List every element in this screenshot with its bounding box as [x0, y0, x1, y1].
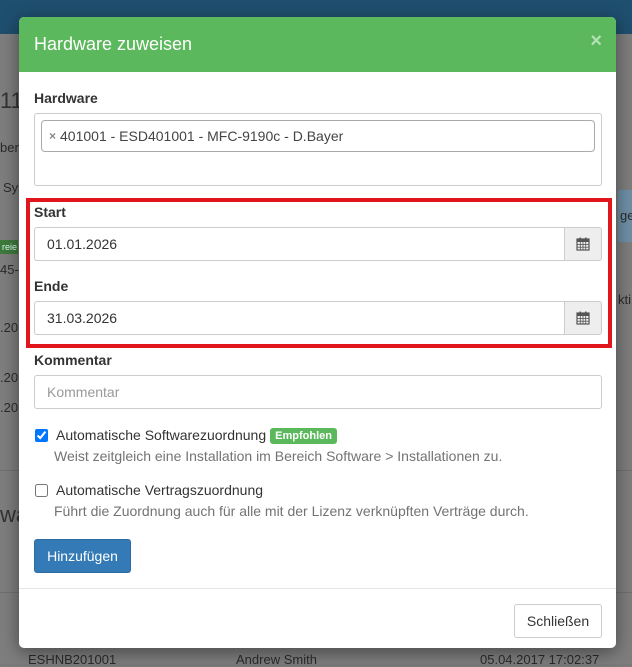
auto-contract-label[interactable]: Automatische Vertragszuordnung — [56, 482, 263, 498]
background-text: 05.04.2017 17:02:37 — [480, 652, 600, 667]
auto-software-checkbox[interactable] — [35, 429, 48, 442]
background-text: Andrew Smith — [236, 652, 317, 667]
end-label: Ende — [34, 278, 69, 294]
end-date-input[interactable] — [34, 301, 564, 335]
close-icon[interactable]: × — [590, 31, 602, 51]
background-text: ge — [620, 208, 632, 223]
background-text: .20 — [0, 400, 19, 415]
start-label: Start — [34, 204, 66, 220]
auto-software-label-text: Automatische Softwarezuordnung — [56, 427, 267, 443]
hardware-label: Hardware — [34, 90, 98, 106]
hardware-select[interactable]: × 401001 - ESD401001 - MFC-9190c - D.Bay… — [34, 113, 602, 186]
background-text: kti — [618, 292, 631, 307]
comment-label: Kommentar — [34, 352, 112, 368]
background-text: .20 — [0, 370, 19, 385]
modal-footer: Schließen — [19, 588, 616, 648]
modal-header: Hardware zuweisen × — [19, 17, 616, 72]
hardware-tag: × 401001 - ESD401001 - MFC-9190c - D.Bay… — [41, 120, 595, 152]
background-text: .20 — [0, 320, 19, 335]
end-date-group — [34, 301, 602, 335]
add-button[interactable]: Hinzufügen — [34, 539, 131, 573]
background-text: 45- — [0, 262, 19, 277]
calendar-icon[interactable] — [564, 301, 602, 335]
close-button[interactable]: Schließen — [514, 604, 602, 638]
hardware-tag-label: 401001 - ESD401001 - MFC-9190c - D.Bayer — [60, 128, 344, 144]
auto-software-help: Weist zeitgleich eine Installation im Be… — [54, 448, 503, 464]
auto-contract-help: Führt die Zuordnung auch für alle mit de… — [54, 503, 529, 519]
calendar-icon[interactable] — [564, 227, 602, 261]
tag-remove-icon[interactable]: × — [49, 129, 56, 143]
auto-software-label[interactable]: Automatische Softwarezuordnung Empfohlen — [56, 427, 337, 444]
comment-input[interactable] — [34, 375, 602, 409]
assign-hardware-modal: Hardware zuweisen × Hardware × 401001 - … — [19, 17, 616, 648]
auto-software-row: Automatische Softwarezuordnung Empfohlen — [34, 427, 337, 444]
start-date-group — [34, 227, 602, 261]
auto-contract-checkbox[interactable] — [35, 484, 48, 497]
modal-title: Hardware zuweisen — [34, 34, 193, 54]
recommended-badge: Empfohlen — [270, 428, 337, 444]
start-date-input[interactable] — [34, 227, 564, 261]
auto-contract-row: Automatische Vertragszuordnung — [34, 482, 263, 498]
background-text: ESHNB201001 — [28, 652, 117, 667]
background-badge: reie — [0, 240, 18, 254]
